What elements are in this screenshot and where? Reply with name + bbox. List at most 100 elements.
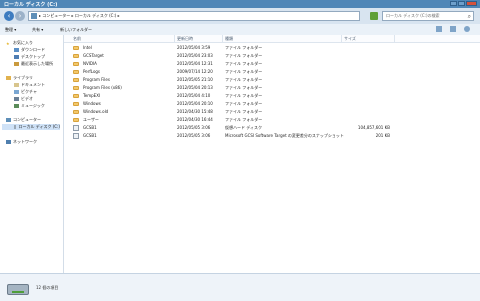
list-item[interactable]: Windows 2012/05/04 20:10 ファイル フォルダー xyxy=(64,100,480,108)
back-button[interactable]: ‹ xyxy=(4,11,14,21)
file-list: 名前 更新日時 種類 サイズ Intel 2012/05/04 3:59 ファイ… xyxy=(64,35,480,273)
nav-computer[interactable]: コンピューター xyxy=(6,117,41,123)
new-folder-button[interactable]: 新しいフォルダー xyxy=(60,27,92,33)
network-icon xyxy=(6,140,11,144)
nav-favorites[interactable]: ★ お気に入り xyxy=(6,40,33,46)
forward-button[interactable]: › xyxy=(15,11,25,21)
column-size[interactable]: サイズ xyxy=(344,36,356,42)
search-input[interactable]: ローカル ディスク (C:)の検索 ⌕ xyxy=(382,11,474,21)
nav-libraries[interactable]: ライブラリ xyxy=(6,75,33,81)
column-name[interactable]: 名前 xyxy=(73,36,81,42)
search-placeholder: ローカル ディスク (C:)の検索 xyxy=(386,13,440,18)
list-item[interactable]: PerfLogs 2009/07/14 12:20 ファイル フォルダー xyxy=(64,68,480,76)
list-item[interactable]: GCSTarget 2012/05/04 23:03 ファイル フォルダー xyxy=(64,52,480,60)
folder-icon xyxy=(73,94,79,98)
nav-label: お気に入り xyxy=(13,40,33,45)
item-date: 2012/04/30 15:48 xyxy=(177,109,213,114)
maximize-button[interactable] xyxy=(458,1,465,6)
item-type: ファイル フォルダー xyxy=(225,93,263,98)
item-date: 2009/07/14 12:20 xyxy=(177,69,213,74)
column-divider[interactable] xyxy=(174,35,175,42)
computer-icon xyxy=(6,118,11,122)
column-headers: 名前 更新日時 種類 サイズ xyxy=(64,35,480,43)
download-icon xyxy=(14,48,19,52)
list-item[interactable]: NVIDIA 2012/05/04 12:31 ファイル フォルダー xyxy=(64,60,480,68)
window-title: ローカル ディスク (C:) xyxy=(4,2,58,8)
nav-downloads[interactable]: ダウンロード xyxy=(14,47,45,53)
item-date: 2012/05/04 4:10 xyxy=(177,93,211,98)
nav-local-disk[interactable]: ローカル ディスク (C:) xyxy=(2,124,60,130)
nav-pictures[interactable]: ピクチャ xyxy=(14,89,37,95)
videos-icon xyxy=(14,97,19,101)
item-type: ファイル フォルダー xyxy=(225,117,263,122)
item-name: Program Files xyxy=(83,77,110,82)
list-item[interactable]: Windows.old 2012/04/30 15:48 ファイル フォルダー xyxy=(64,108,480,116)
nav-videos[interactable]: ビデオ xyxy=(14,96,33,102)
list-item[interactable]: Program Files (x86) 2012/05/04 20:13 ファイ… xyxy=(64,84,480,92)
list-item[interactable]: Intel 2012/05/04 3:59 ファイル フォルダー xyxy=(64,44,480,52)
star-icon: ★ xyxy=(6,41,10,46)
item-size: 201 KB xyxy=(375,133,390,138)
title-bar: ローカル ディスク (C:) xyxy=(0,0,480,8)
nav-label: ダウンロード xyxy=(21,47,45,52)
folder-icon xyxy=(73,110,79,114)
folder-icon xyxy=(73,86,79,90)
nav-label: 最近表示した場所 xyxy=(21,61,53,66)
list-item[interactable]: GCSB1 2012/05/05 3:06 仮想ハード ディスク 104,857… xyxy=(64,124,480,132)
item-date: 2012/05/04 12:31 xyxy=(177,61,213,66)
minimize-button[interactable] xyxy=(450,1,457,6)
item-name: Windows xyxy=(83,101,101,106)
nav-recent[interactable]: 最近表示した場所 xyxy=(14,61,53,67)
nav-desktop[interactable]: デスクトップ xyxy=(14,54,45,60)
nav-music[interactable]: ミュージック xyxy=(14,103,45,109)
nav-label: ピクチャ xyxy=(21,89,37,94)
folder-icon xyxy=(73,78,79,82)
list-item[interactable]: ユーザー 2012/04/30 16:44 ファイル フォルダー xyxy=(64,116,480,124)
item-type: ファイル フォルダー xyxy=(225,45,263,50)
item-type: Microsoft GCSI Software Target の変更差分のスナッ… xyxy=(225,133,344,138)
item-type: ファイル フォルダー xyxy=(225,53,263,58)
navigation-pane: ★ お気に入り ダウンロード デスクトップ 最近表示した場所 ライブラリ ドキュ… xyxy=(0,35,64,273)
refresh-button[interactable] xyxy=(370,12,378,20)
item-type: ファイル フォルダー xyxy=(225,101,263,106)
item-type: ファイル フォルダー xyxy=(225,61,263,66)
computer-icon xyxy=(31,13,37,19)
share-button[interactable]: 共有 ▾ xyxy=(32,27,43,33)
column-divider[interactable] xyxy=(222,35,223,42)
folder-icon xyxy=(73,102,79,106)
item-date: 2012/05/04 3:59 xyxy=(177,45,211,50)
item-name: ユーザー xyxy=(83,117,99,122)
item-name: TempEXI xyxy=(83,93,101,98)
view-options-icon[interactable] xyxy=(436,26,442,32)
drive-icon xyxy=(14,125,17,129)
item-name: GCSTarget xyxy=(83,53,104,58)
help-icon[interactable] xyxy=(464,26,470,32)
item-name: Program Files (x86) xyxy=(83,85,122,90)
nav-label: ミュージック xyxy=(21,103,45,108)
list-item[interactable]: Program Files 2012/05/05 21:10 ファイル フォルダ… xyxy=(64,76,480,84)
column-divider[interactable] xyxy=(341,35,342,42)
column-type[interactable]: 種類 xyxy=(225,36,233,42)
nav-label: デスクトップ xyxy=(21,54,45,59)
column-divider[interactable] xyxy=(394,35,395,42)
drive-indicator xyxy=(12,291,24,293)
virtual-disk-icon xyxy=(73,125,79,131)
close-button[interactable] xyxy=(466,1,477,6)
column-date[interactable]: 更新日時 xyxy=(177,36,193,42)
nav-label: ネットワーク xyxy=(13,139,37,144)
nav-documents[interactable]: ドキュメント xyxy=(14,82,45,88)
address-input[interactable]: ▸ コンピューター ▸ ローカル ディスク (C:) ▸ xyxy=(28,11,360,21)
item-date: 2012/04/30 16:44 xyxy=(177,117,213,122)
folder-icon xyxy=(73,70,79,74)
nav-network[interactable]: ネットワーク xyxy=(6,139,37,145)
folder-icon xyxy=(73,46,79,50)
item-date: 2012/05/05 21:10 xyxy=(177,77,213,82)
list-item[interactable]: GCSB1 2012/05/05 3:06 Microsoft GCSI Sof… xyxy=(64,132,480,140)
address-bar: ‹ › ▸ コンピューター ▸ ローカル ディスク (C:) ▸ ローカル ディ… xyxy=(0,8,480,25)
item-type: ファイル フォルダー xyxy=(225,85,263,90)
search-icon[interactable]: ⌕ xyxy=(468,13,471,20)
list-item[interactable]: TempEXI 2012/05/04 4:10 ファイル フォルダー xyxy=(64,92,480,100)
preview-pane-icon[interactable] xyxy=(450,26,456,32)
organize-button[interactable]: 整理 ▾ xyxy=(5,27,16,33)
item-size: 104,857,601 KB xyxy=(357,125,390,130)
